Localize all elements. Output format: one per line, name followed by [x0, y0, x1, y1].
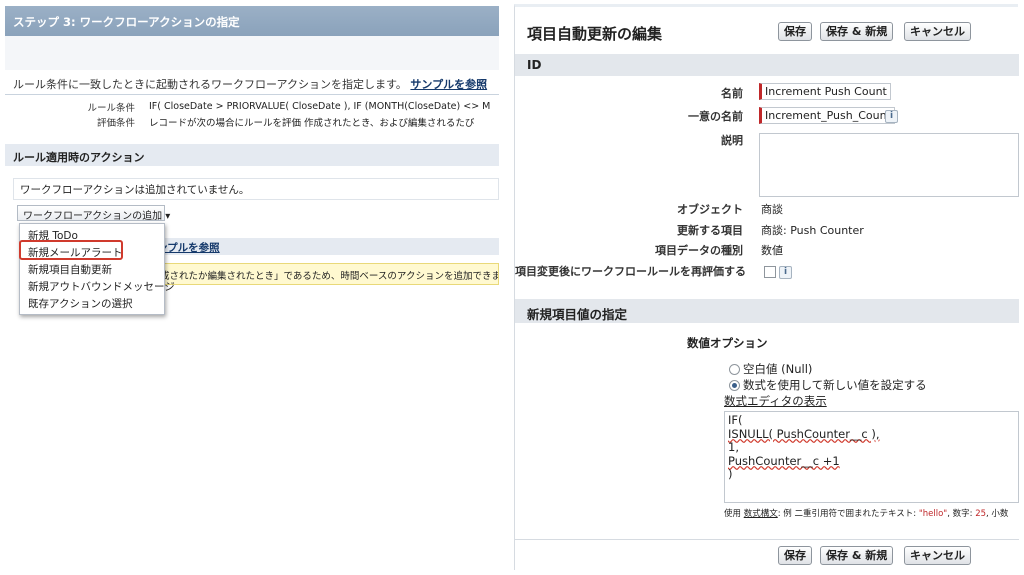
cancel-button-bottom[interactable]: キャンセル [904, 546, 971, 565]
object-value: 商談 [761, 203, 783, 216]
save-button[interactable]: 保存 [778, 22, 812, 41]
rule-details: ルール条件 IF( CloseDate > PRIORVALUE( CloseD… [5, 99, 499, 129]
formula-line: 1, [728, 440, 739, 454]
field-update-edit-panel: 項目自動更新の編集 保存 保存 & 新規 キャンセル ID 名前 Increme… [514, 4, 1019, 570]
numeric-options-label: 数値オプション [687, 336, 768, 350]
name-input[interactable]: Increment Push Count [759, 83, 891, 100]
unique-name-label: 一意の名前 [688, 110, 743, 123]
footer-divider [515, 539, 1019, 540]
rule-criteria-value: IF( CloseDate > PRIORVALUE( CloseDate ),… [149, 101, 491, 112]
time-based-warning: 成されたか編集されたとき」であるため、時間ベースのアクションを追加できません。 [155, 263, 499, 285]
field-to-update-label: 更新する項目 [677, 224, 743, 237]
add-action-menu: 新規 ToDo 新規メールアラート 新規項目自動更新 新規アウトバウンドメッセー… [19, 223, 175, 315]
field-to-update-value: 商談: Push Counter [761, 224, 864, 237]
reevaluate-checkbox[interactable] [764, 266, 776, 278]
sample-link-2[interactable]: ンプルを参照 [157, 240, 220, 255]
description-text: ルール条件に一致したときに起動されるワークフローアクションを指定します。 [13, 78, 407, 91]
page-title: 項目自動更新の編集 [527, 25, 663, 43]
step-description: ルール条件に一致したときに起動されるワークフローアクションを指定します。 サンプ… [13, 76, 487, 92]
no-actions-message: ワークフローアクションは追加されていません。 [13, 178, 499, 200]
reevaluate-label: 項目変更後にワークフロールールを再評価する [515, 265, 746, 278]
menu-item-select-existing[interactable]: 既存アクションの選択 [28, 296, 132, 311]
hint-hello: "hello" [918, 509, 948, 519]
menu-item-new-outbound-message[interactable]: 新規アウトバウンドメッセージ [28, 279, 175, 294]
hint-number: , 数字: [947, 509, 976, 519]
cancel-button[interactable]: キャンセル [904, 22, 971, 41]
unique-name-input[interactable]: Increment_Push_Count [759, 107, 895, 124]
null-option-label: 空白値 (Null) [743, 362, 813, 376]
formula-option-label: 数式を使用して新しい値を設定する [743, 378, 927, 392]
chevron-down-icon: ▾ [165, 211, 171, 222]
null-radio[interactable] [729, 364, 740, 375]
info-icon[interactable]: i [779, 266, 792, 279]
data-type-value: 数値 [761, 244, 783, 257]
highlight-box [19, 240, 123, 260]
hint-text: : 例 二重引用符で囲まれたテキスト: [777, 509, 919, 519]
save-new-button-bottom[interactable]: 保存 & 新規 [820, 546, 894, 565]
add-action-label: ワークフローアクションの追加 [23, 211, 163, 222]
add-workflow-action-dropdown[interactable]: ワークフローアクションの追加 ▾ [17, 205, 170, 222]
object-label: オブジェクト [677, 203, 743, 216]
sample-link[interactable]: サンプルを参照 [410, 78, 487, 91]
evaluation-label: 評価条件 [96, 117, 135, 129]
formula-line: ) [728, 467, 733, 481]
formula-syntax-hint: 使用 数式構文: 例 二重引用符で囲まれたテキスト: "hello", 数字: … [724, 507, 1019, 519]
hint-tail: , 小数 [986, 509, 1009, 519]
name-label: 名前 [721, 87, 743, 100]
formula-textarea[interactable]: IF( ISNULL( PushCounter__c ), 1, PushCou… [724, 411, 1019, 503]
rule-criteria-label: ルール条件 [87, 102, 135, 114]
id-section-title: ID [515, 54, 1019, 76]
time-based-section: ンプルを参照 [155, 238, 499, 255]
hint-use: 使用 [724, 509, 742, 519]
step-header: ステップ 3: ワークフローアクションの指定 [5, 6, 499, 36]
save-button-bottom[interactable]: 保存 [778, 546, 812, 565]
evaluation-value: レコードが次の場合にルールを評価 作成されたとき、および編集されるたび [149, 117, 475, 129]
description-textarea[interactable] [759, 133, 1019, 197]
formula-line: PushCounter__c +1 [728, 453, 840, 468]
formula-line: ISNULL( PushCounter__c ), [728, 426, 880, 441]
menu-item-new-field-update[interactable]: 新規項目自動更新 [28, 262, 112, 277]
data-type-label: 項目データの種別 [655, 244, 743, 257]
formula-editor-link[interactable]: 数式エディタの表示 [724, 393, 827, 409]
new-value-section-title: 新規項目値の指定 [515, 299, 1019, 323]
syntax-link[interactable]: 数式構文 [744, 509, 778, 519]
workflow-step3-panel: ステップ 3: ワークフローアクションの指定 ルール条件に一致したときに起動され… [5, 6, 499, 315]
header-spacer [5, 36, 499, 70]
info-icon[interactable]: i [885, 110, 898, 123]
description-label: 説明 [721, 134, 743, 147]
formula-line: IF( [728, 413, 743, 427]
actions-section-title: ルール適用時のアクション [5, 144, 499, 166]
hint-25: 25 [975, 509, 987, 519]
divider [5, 94, 499, 95]
formula-radio[interactable] [729, 380, 740, 391]
save-new-button[interactable]: 保存 & 新規 [820, 22, 894, 41]
